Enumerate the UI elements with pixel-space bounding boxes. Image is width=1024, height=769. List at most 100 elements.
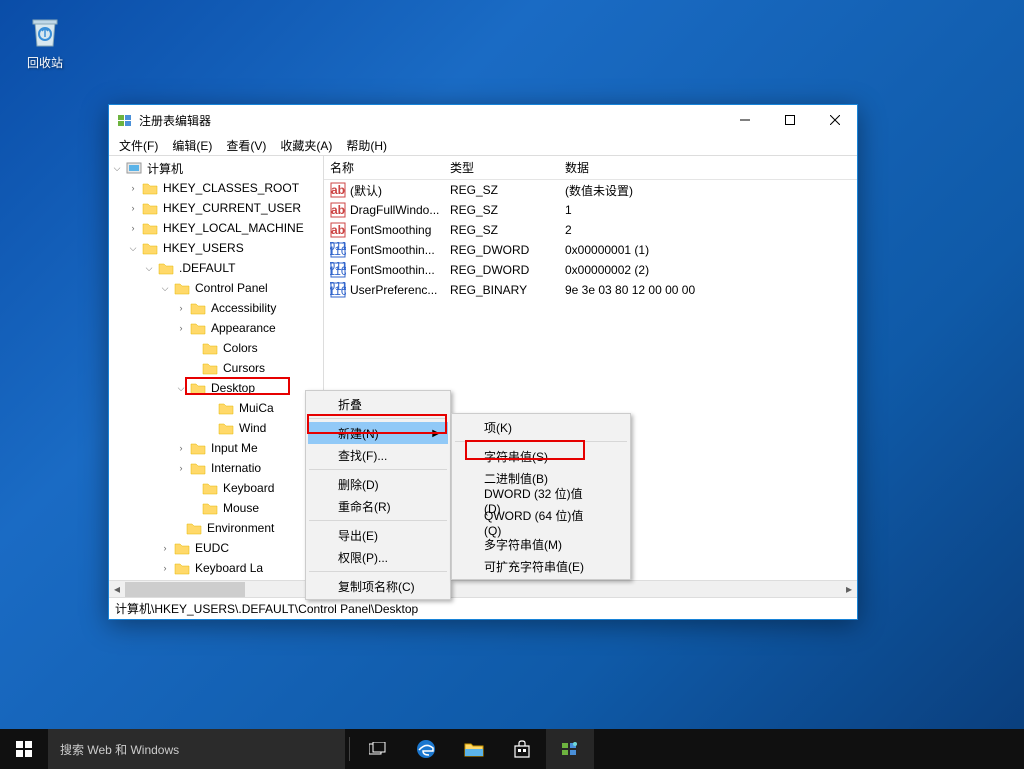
minimize-button[interactable]	[722, 105, 767, 135]
search-box[interactable]: 搜索 Web 和 Windows	[48, 729, 345, 769]
tree-computer[interactable]: ⌵计算机	[109, 158, 323, 178]
tree-desktop[interactable]: ⌵Desktop	[109, 378, 323, 398]
ctx-copy-key[interactable]: 复制项名称(C)	[308, 575, 448, 597]
ctx-rename[interactable]: 重命名(R)	[308, 495, 448, 517]
ctx-expand-string[interactable]: 可扩充字符串值(E)	[454, 555, 628, 577]
ctx-key[interactable]: 项(K)	[454, 416, 628, 438]
list-row[interactable]: ab FontSmoothing REG_SZ2	[324, 220, 857, 240]
value-icon: 011110	[330, 242, 346, 258]
svg-text:110: 110	[330, 264, 346, 278]
menu-edit[interactable]: 编辑(E)	[166, 135, 218, 155]
start-button[interactable]	[0, 729, 48, 769]
menu-help[interactable]: 帮助(H)	[340, 135, 393, 155]
tree-appearance[interactable]: ›Appearance	[109, 318, 323, 338]
value-type: REG_SZ	[444, 181, 559, 199]
value-data: 2	[559, 221, 857, 239]
col-type[interactable]: 类型	[444, 156, 559, 180]
status-path: 计算机\HKEY_USERS\.DEFAULT\Control Panel\De…	[115, 600, 418, 617]
taskbar-store[interactable]	[498, 729, 546, 769]
taskbar: 搜索 Web 和 Windows	[0, 729, 1024, 769]
value-type: REG_DWORD	[444, 241, 559, 259]
value-name: DragFullWindo...	[350, 203, 439, 217]
close-button[interactable]	[812, 105, 857, 135]
tree-cursors[interactable]: Cursors	[109, 358, 323, 378]
value-type: REG_SZ	[444, 201, 559, 219]
value-icon: ab	[330, 202, 346, 218]
edge-icon	[415, 738, 437, 760]
tree-hkcu[interactable]: ›HKEY_CURRENT_USER	[109, 198, 323, 218]
recycle-bin[interactable]: 回收站	[15, 10, 75, 71]
tree-windowmetrics[interactable]: Wind	[109, 418, 323, 438]
value-name: FontSmoothing	[350, 223, 431, 237]
svg-text:ab: ab	[331, 183, 345, 197]
menu-file[interactable]: 文件(F)	[113, 135, 164, 155]
list-row[interactable]: ab(默认)REG_SZ(数值未设置)	[324, 180, 857, 200]
tree-keyboard[interactable]: Keyboard	[109, 478, 323, 498]
value-data: 0x00000002 (2)	[559, 261, 857, 279]
value-name: (默认)	[350, 182, 382, 199]
col-name[interactable]: 名称	[324, 156, 444, 180]
value-type: REG_DWORD	[444, 261, 559, 279]
tree-accessibility[interactable]: ›Accessibility	[109, 298, 323, 318]
value-type: REG_BINARY	[444, 281, 559, 299]
folder-icon	[464, 741, 484, 757]
svg-text:110: 110	[330, 244, 346, 258]
tree-muicached[interactable]: MuiCa	[109, 398, 323, 418]
tree-hkcr[interactable]: ›HKEY_CLASSES_ROOT	[109, 178, 323, 198]
list-row[interactable]: 011110FontSmoothin...REG_DWORD0x00000002…	[324, 260, 857, 280]
value-data: 0x00000001 (1)	[559, 241, 857, 259]
list-row[interactable]: abDragFullWindo...REG_SZ1	[324, 200, 857, 220]
taskbar-explorer[interactable]	[450, 729, 498, 769]
ctx-new[interactable]: 新建(N)▶	[308, 422, 448, 444]
value-icon: ab	[330, 182, 346, 198]
value-type: REG_SZ	[444, 221, 559, 239]
value-name: FontSmoothin...	[350, 243, 435, 257]
tree-mouse[interactable]: Mouse	[109, 498, 323, 518]
tree-pane[interactable]: ⌵计算机 ›HKEY_CLASSES_ROOT ›HKEY_CURRENT_US…	[109, 156, 324, 597]
value-data: 9e 3e 03 80 12 00 00 00	[559, 281, 857, 299]
tree-environment[interactable]: Environment	[109, 518, 323, 538]
tree-international[interactable]: ›Internatio	[109, 458, 323, 478]
ctx-collapse[interactable]: 折叠	[308, 393, 448, 415]
menu-view[interactable]: 查看(V)	[220, 135, 272, 155]
tree-control-panel[interactable]: ⌵Control Panel	[109, 278, 323, 298]
window-title: 注册表编辑器	[139, 112, 722, 129]
ctx-find[interactable]: 查找(F)...	[308, 444, 448, 466]
ctx-string[interactable]: 字符串值(S)	[454, 445, 628, 467]
chevron-right-icon: ▶	[432, 428, 440, 439]
value-icon: 011110	[330, 262, 346, 278]
value-name: UserPreferenc...	[350, 283, 437, 297]
regedit-icon	[560, 739, 580, 759]
maximize-button[interactable]	[767, 105, 812, 135]
context-menu-new: 项(K) 字符串值(S) 二进制值(B) DWORD (32 位)值(D) QW…	[451, 413, 631, 580]
ctx-multi-string[interactable]: 多字符串值(M)	[454, 533, 628, 555]
taskbar-edge[interactable]	[402, 729, 450, 769]
list-header: 名称 类型 数据	[324, 156, 857, 180]
menu-favorites[interactable]: 收藏夹(A)	[274, 135, 338, 155]
horizontal-scrollbar[interactable]: ◂ ▸	[109, 580, 857, 597]
statusbar: 计算机\HKEY_USERS\.DEFAULT\Control Panel\De…	[109, 597, 857, 619]
svg-text:ab: ab	[331, 203, 345, 217]
ctx-delete[interactable]: 删除(D)	[308, 473, 448, 495]
tree-input-method[interactable]: ›Input Me	[109, 438, 323, 458]
menubar: 文件(F) 编辑(E) 查看(V) 收藏夹(A) 帮助(H)	[109, 135, 857, 155]
task-view-button[interactable]	[354, 729, 402, 769]
task-view-icon	[369, 742, 387, 756]
tree-keyboard-layout[interactable]: ›Keyboard La	[109, 558, 323, 578]
list-row[interactable]: 011110 FontSmoothin... REG_DWORD0x00000001…	[324, 240, 857, 260]
tree-default[interactable]: ⌵.DEFAULT	[109, 258, 323, 278]
tree-colors[interactable]: Colors	[109, 338, 323, 358]
ctx-permissions[interactable]: 权限(P)...	[308, 546, 448, 568]
tree-hklm[interactable]: ›HKEY_LOCAL_MACHINE	[109, 218, 323, 238]
tree-hku[interactable]: ⌵HKEY_USERS	[109, 238, 323, 258]
list-row[interactable]: 011110UserPreferenc...REG_BINARY9e 3e 03…	[324, 280, 857, 300]
ctx-export[interactable]: 导出(E)	[308, 524, 448, 546]
ctx-qword[interactable]: QWORD (64 位)值(Q)	[454, 511, 628, 533]
taskbar-regedit[interactable]	[546, 729, 594, 769]
titlebar[interactable]: 注册表编辑器	[109, 105, 857, 135]
tree-eudc[interactable]: ›EUDC	[109, 538, 323, 558]
app-icon	[117, 112, 133, 128]
context-menu-tree: 折叠 新建(N)▶ 查找(F)... 删除(D) 重命名(R) 导出(E) 权限…	[305, 390, 451, 600]
col-data[interactable]: 数据	[559, 156, 857, 180]
value-icon: ab	[330, 222, 346, 238]
